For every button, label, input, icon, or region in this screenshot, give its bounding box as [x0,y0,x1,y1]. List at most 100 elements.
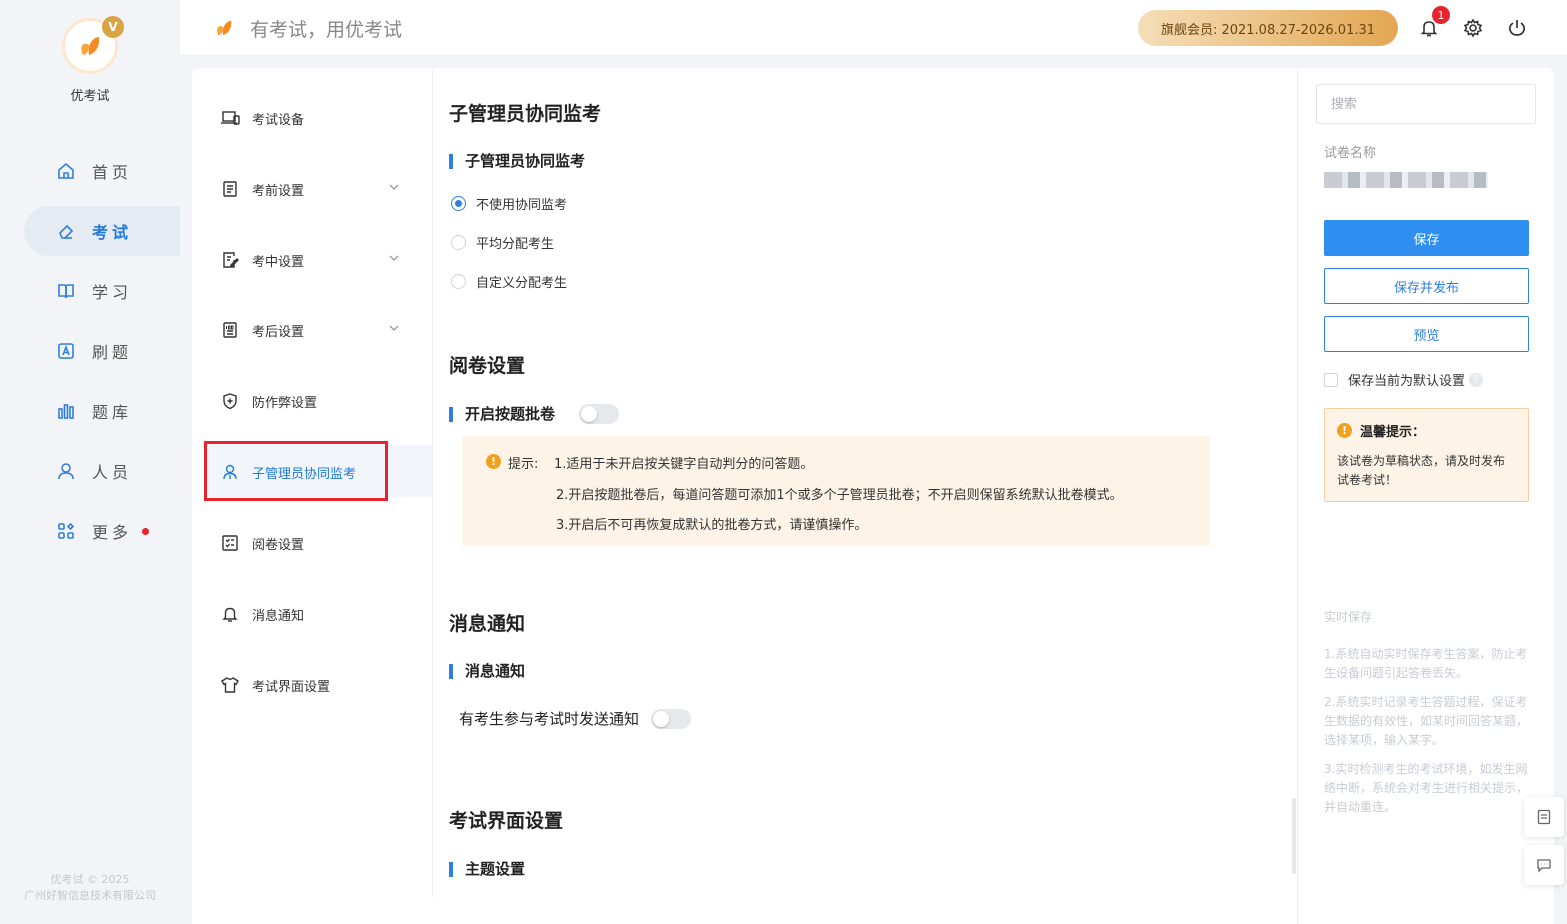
eraser-icon [56,221,76,241]
nav-item-question-bank[interactable]: 题库 [24,386,180,436]
tip-label: 提示: [508,457,539,472]
shield-icon [220,391,240,411]
realtime-save-info: 实时保存 1.系统自动实时保存考生答案，防止考生设备问题引起答卷丢失。 2.系统… [1324,608,1529,827]
nav-item-exam[interactable]: 考试 [24,206,180,256]
menu-item-devices[interactable]: 考试设备 [220,98,430,138]
nav-item-practice[interactable]: 刷题 [24,326,180,376]
notes-float-button[interactable] [1524,797,1564,837]
settings-content: 子管理员协同监考 子管理员协同监考 不使用协同监考 平均分配考生 自定义分配考生… [449,68,1309,924]
membership-badge[interactable]: 旗舰会员: 2021.08.27-2026.01.31 [1138,10,1398,46]
copyright: 优考试 © 2025 广州好智信息技术有限公司 [24,873,156,902]
toggle-grade-by-question[interactable] [579,404,619,424]
menu-item-post-exam[interactable]: 考后设置 [220,310,430,350]
selection-highlight-box [204,441,388,501]
nav-item-home[interactable]: 首页 [24,146,180,196]
radio-empty-icon [451,274,466,289]
toggle-notify-on-join[interactable] [651,708,692,729]
document-icon [220,179,240,199]
menu-item-notifications[interactable]: 消息通知 [220,594,430,634]
book-icon [56,281,76,301]
nav-label: 题库 [92,403,133,422]
gear-icon[interactable] [1462,17,1484,39]
paper-name-blurred [1324,172,1488,188]
section-title-grading: 阅卷设置 [449,355,526,377]
menu-item-during-exam[interactable]: 考中设置 [220,240,430,280]
warning-icon: ! [1337,423,1352,438]
grading-tip-box: ! 提示: 1.适用于未开启按关键字自动判分的问答题。 2.开启按题批卷后，每道… [462,436,1210,546]
save-default-row[interactable]: 保存当前为默认设置 ? [1324,370,1484,389]
notify-option-label: 有考生参与考试时发送通知 [459,710,640,728]
settings-card: 考试设备 考前设置 考中设置 考后设置 防作弊设置 子管理员协同监考 阅卷设置 … [192,68,1554,924]
nav-item-people[interactable]: 人员 [24,446,180,496]
new-dot-badge [142,527,150,535]
top-header: 有考试，用优考试 旗舰会员: 2021.08.27-2026.01.31 1 [180,0,1567,56]
paper-name-label: 试卷名称 [1324,146,1377,161]
leaf-logo-icon [81,37,100,55]
radio-average-assign[interactable]: 平均分配考生 [451,233,554,252]
edit-doc-icon [220,250,240,270]
chevron-down-icon [388,181,400,197]
home-icon [56,161,76,181]
section-title-proctor: 子管理员协同监考 [449,103,602,125]
menu-item-pre-exam[interactable]: 考前设置 [220,169,430,209]
menu-item-anti-cheat[interactable]: 防作弊设置 [220,381,430,421]
power-icon[interactable] [1506,17,1528,39]
app-name: 优考试 [70,89,110,104]
tip-line-1: 1.适用于未开启按关键字自动判分的问答题。 [554,457,814,472]
nav-label: 学习 [92,283,133,302]
left-nav: V 优考试 首页 考试 学习 刷题 题库 人员 更多 优考试 © 2025 广州… [0,0,180,924]
letter-a-icon [56,341,76,361]
menu-item-exam-ui[interactable]: 考试界面设置 [220,665,430,705]
save-and-publish-button[interactable]: 保存并发布 [1324,268,1529,304]
subsection-title-grading: 开启按题批卷 [449,407,555,422]
nav-label: 刷题 [92,343,133,362]
radio-custom-assign[interactable]: 自定义分配考生 [451,272,567,291]
chevron-down-icon [388,322,400,338]
radio-selected-icon [451,196,466,211]
chat-float-button[interactable] [1524,845,1564,885]
search-input[interactable] [1316,84,1536,124]
nav-item-more[interactable]: 更多 [24,506,180,556]
realtime-item: 3.实时检测考生的考试环境，如发生网络中断，系统会对考生进行相关提示，并自动重连… [1324,762,1529,814]
bars-icon [56,401,76,421]
help-icon[interactable]: ? [1469,372,1484,387]
right-panel: 试卷名称 保存 保存并发布 预览 保存当前为默认设置 ? ! 温馨提示： 该试卷… [1297,68,1554,924]
document-icon [1537,809,1551,825]
leaf-logo-icon [212,16,236,44]
notification-count-badge: 1 [1432,6,1450,24]
slogan: 有考试，用优考试 [250,19,403,41]
section-title-exam-ui: 考试界面设置 [449,810,564,832]
score-doc-icon [220,320,240,340]
warning-icon: ! [486,454,501,469]
save-button[interactable]: 保存 [1324,220,1529,256]
menu-divider [432,68,433,898]
tip-line-2: 2.开启按题批卷后，每道问答题可添加1个或多个子管理员批卷；不开启则保留系统默认… [556,488,1123,503]
notify-option-row: 有考生参与考试时发送通知 [459,708,692,729]
tip-line-3: 3.开启后不可再恢复成默认的批卷方式，请谨慎操作。 [556,518,868,533]
nav-item-learn[interactable]: 学习 [24,266,180,316]
radio-no-coproctor[interactable]: 不使用协同监考 [451,194,567,213]
grid-icon [56,521,76,541]
nav-label: 更多 [92,523,133,542]
realtime-title: 实时保存 [1324,610,1373,624]
nav-label: 首页 [92,163,133,182]
notice-title: 温馨提示： [1360,425,1426,440]
menu-item-grading[interactable]: 阅卷设置 [220,523,430,563]
section-title-notify: 消息通知 [449,613,526,635]
notice-body: 该试卷为草稿状态，请及时发布试卷考试！ [1337,454,1506,487]
nav-label: 考试 [92,223,133,242]
scrollbar-thumb[interactable] [1292,798,1296,874]
radio-empty-icon [451,235,466,250]
shirt-icon [220,675,240,695]
save-default-checkbox[interactable] [1324,372,1338,387]
realtime-item: 2.系统实时记录考生答题过程，保证考生数据的有效性，如某时间回答某题，选择某项，… [1324,695,1529,747]
chevron-down-icon [388,252,400,268]
bell-icon [220,604,240,624]
vip-crown-icon: V [102,16,124,38]
subsection-title-notify: 消息通知 [449,664,525,679]
subsection-title-theme: 主题设置 [449,862,525,877]
draft-notice: ! 温馨提示： 该试卷为草稿状态，请及时发布试卷考试！ [1324,408,1529,502]
preview-button[interactable]: 预览 [1324,316,1529,352]
laptop-icon [220,108,240,128]
subsection-title-proctor: 子管理员协同监考 [449,154,585,169]
